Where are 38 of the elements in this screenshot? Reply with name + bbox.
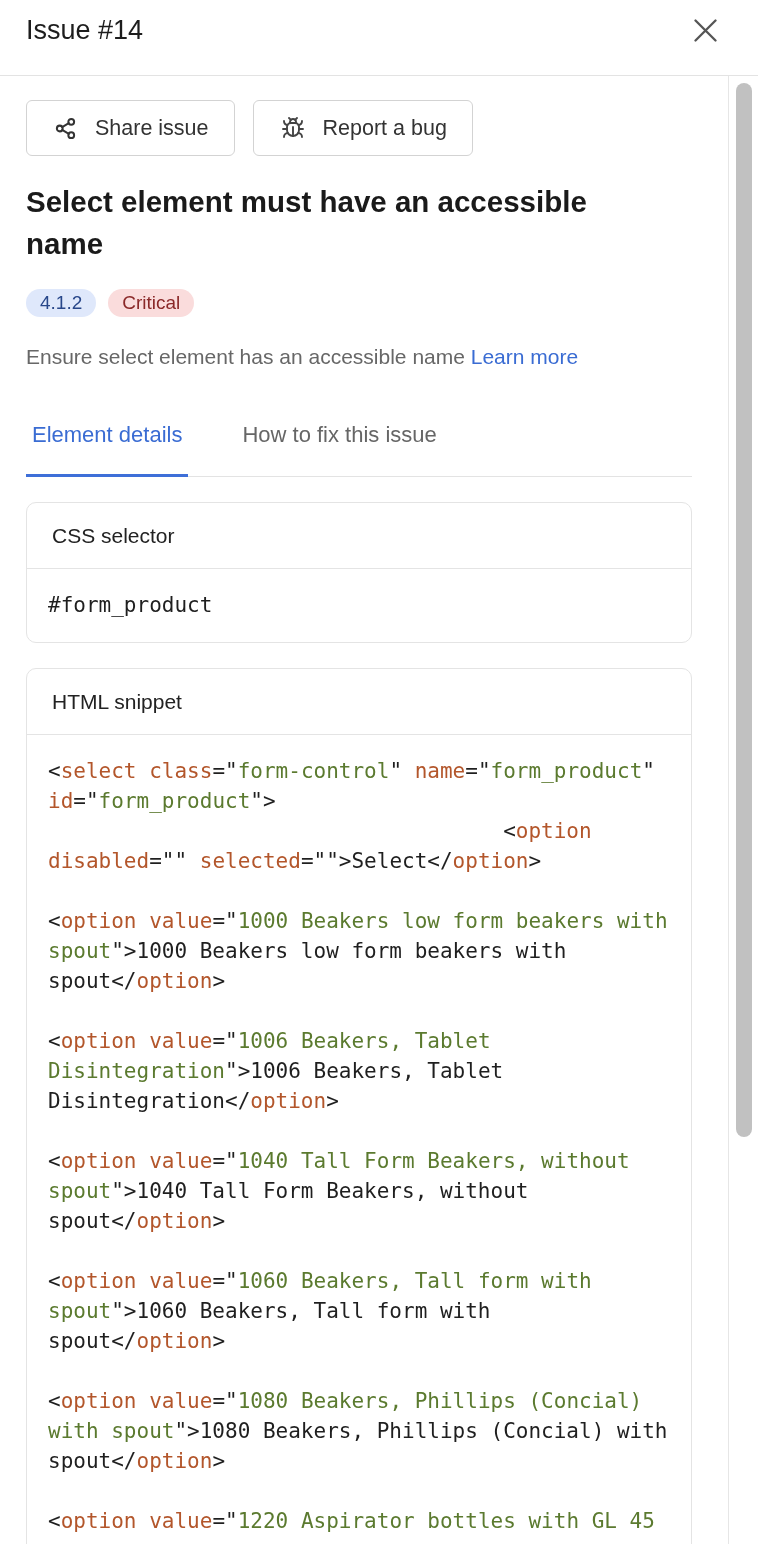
report-bug-button[interactable]: Report a bug — [252, 100, 473, 156]
close-button[interactable] — [694, 18, 717, 42]
card-heading: HTML snippet — [27, 669, 691, 735]
code-line: Disintegration">1006 Beakers, Tablet — [48, 1058, 505, 1085]
code-line: spout">1060 Beakers, Tall form with — [48, 1298, 492, 1325]
code-line: id="form_product"> — [48, 788, 277, 815]
code-line: spout</option> — [48, 968, 227, 995]
issue-tag: Critical — [108, 289, 195, 317]
code-line: <option value="1080 Beakers, Phillips (Concial) — [48, 1388, 644, 1415]
close-icon — [694, 18, 717, 42]
scrollbar-thumb[interactable] — [736, 83, 752, 1137]
tab[interactable]: Element details — [26, 409, 189, 477]
tab[interactable]: How to fix this issue — [236, 409, 443, 477]
learn-more-link[interactable]: Learn more — [470, 345, 579, 368]
code-line: Disintegration</option> — [48, 1088, 340, 1115]
code-line: <select class="form-control" name="form_product" — [48, 758, 656, 785]
issue-tag: 4.1.2 — [26, 289, 97, 317]
issue-description: Ensure select element has an accessible name Learn more — [26, 344, 580, 370]
bug-icon — [280, 116, 305, 140]
code-line: disabled="" selected="">Select</option> — [48, 848, 543, 875]
code-line: spout">1040 Tall Form Beakers, without — [48, 1178, 530, 1205]
share-icon — [54, 116, 77, 140]
code-line: with spout">1080 Beakers, Phillips (Concial) with — [48, 1418, 669, 1445]
code-line: <option value="1060 Beakers, Tall form with — [48, 1268, 593, 1295]
code-line: spout</option> — [48, 1328, 227, 1355]
code-line: <option value="1000 Beakers low form beakers with — [48, 908, 669, 935]
css-selector-value: #form_product — [48, 592, 214, 619]
issue-title: Select element must have an accessible name — [26, 184, 588, 262]
share-button[interactable]: Share issue — [26, 100, 235, 156]
code-line: spout</option> — [48, 1208, 227, 1235]
code-line: spout">1000 Beakers low form beakers with — [48, 938, 568, 965]
card-heading: CSS selector — [27, 503, 691, 569]
code-line: <option — [502, 818, 593, 845]
code-line: <option value="1040 Tall Form Beakers, without — [48, 1148, 631, 1175]
code-line: <option value="1220 Aspirator bottles with GL 45 — [48, 1508, 656, 1535]
code-line: <option value="1006 Beakers, Tablet — [48, 1028, 492, 1055]
panel-title: Issue #14 — [26, 14, 144, 46]
code-line: spout</option> — [48, 1448, 227, 1475]
